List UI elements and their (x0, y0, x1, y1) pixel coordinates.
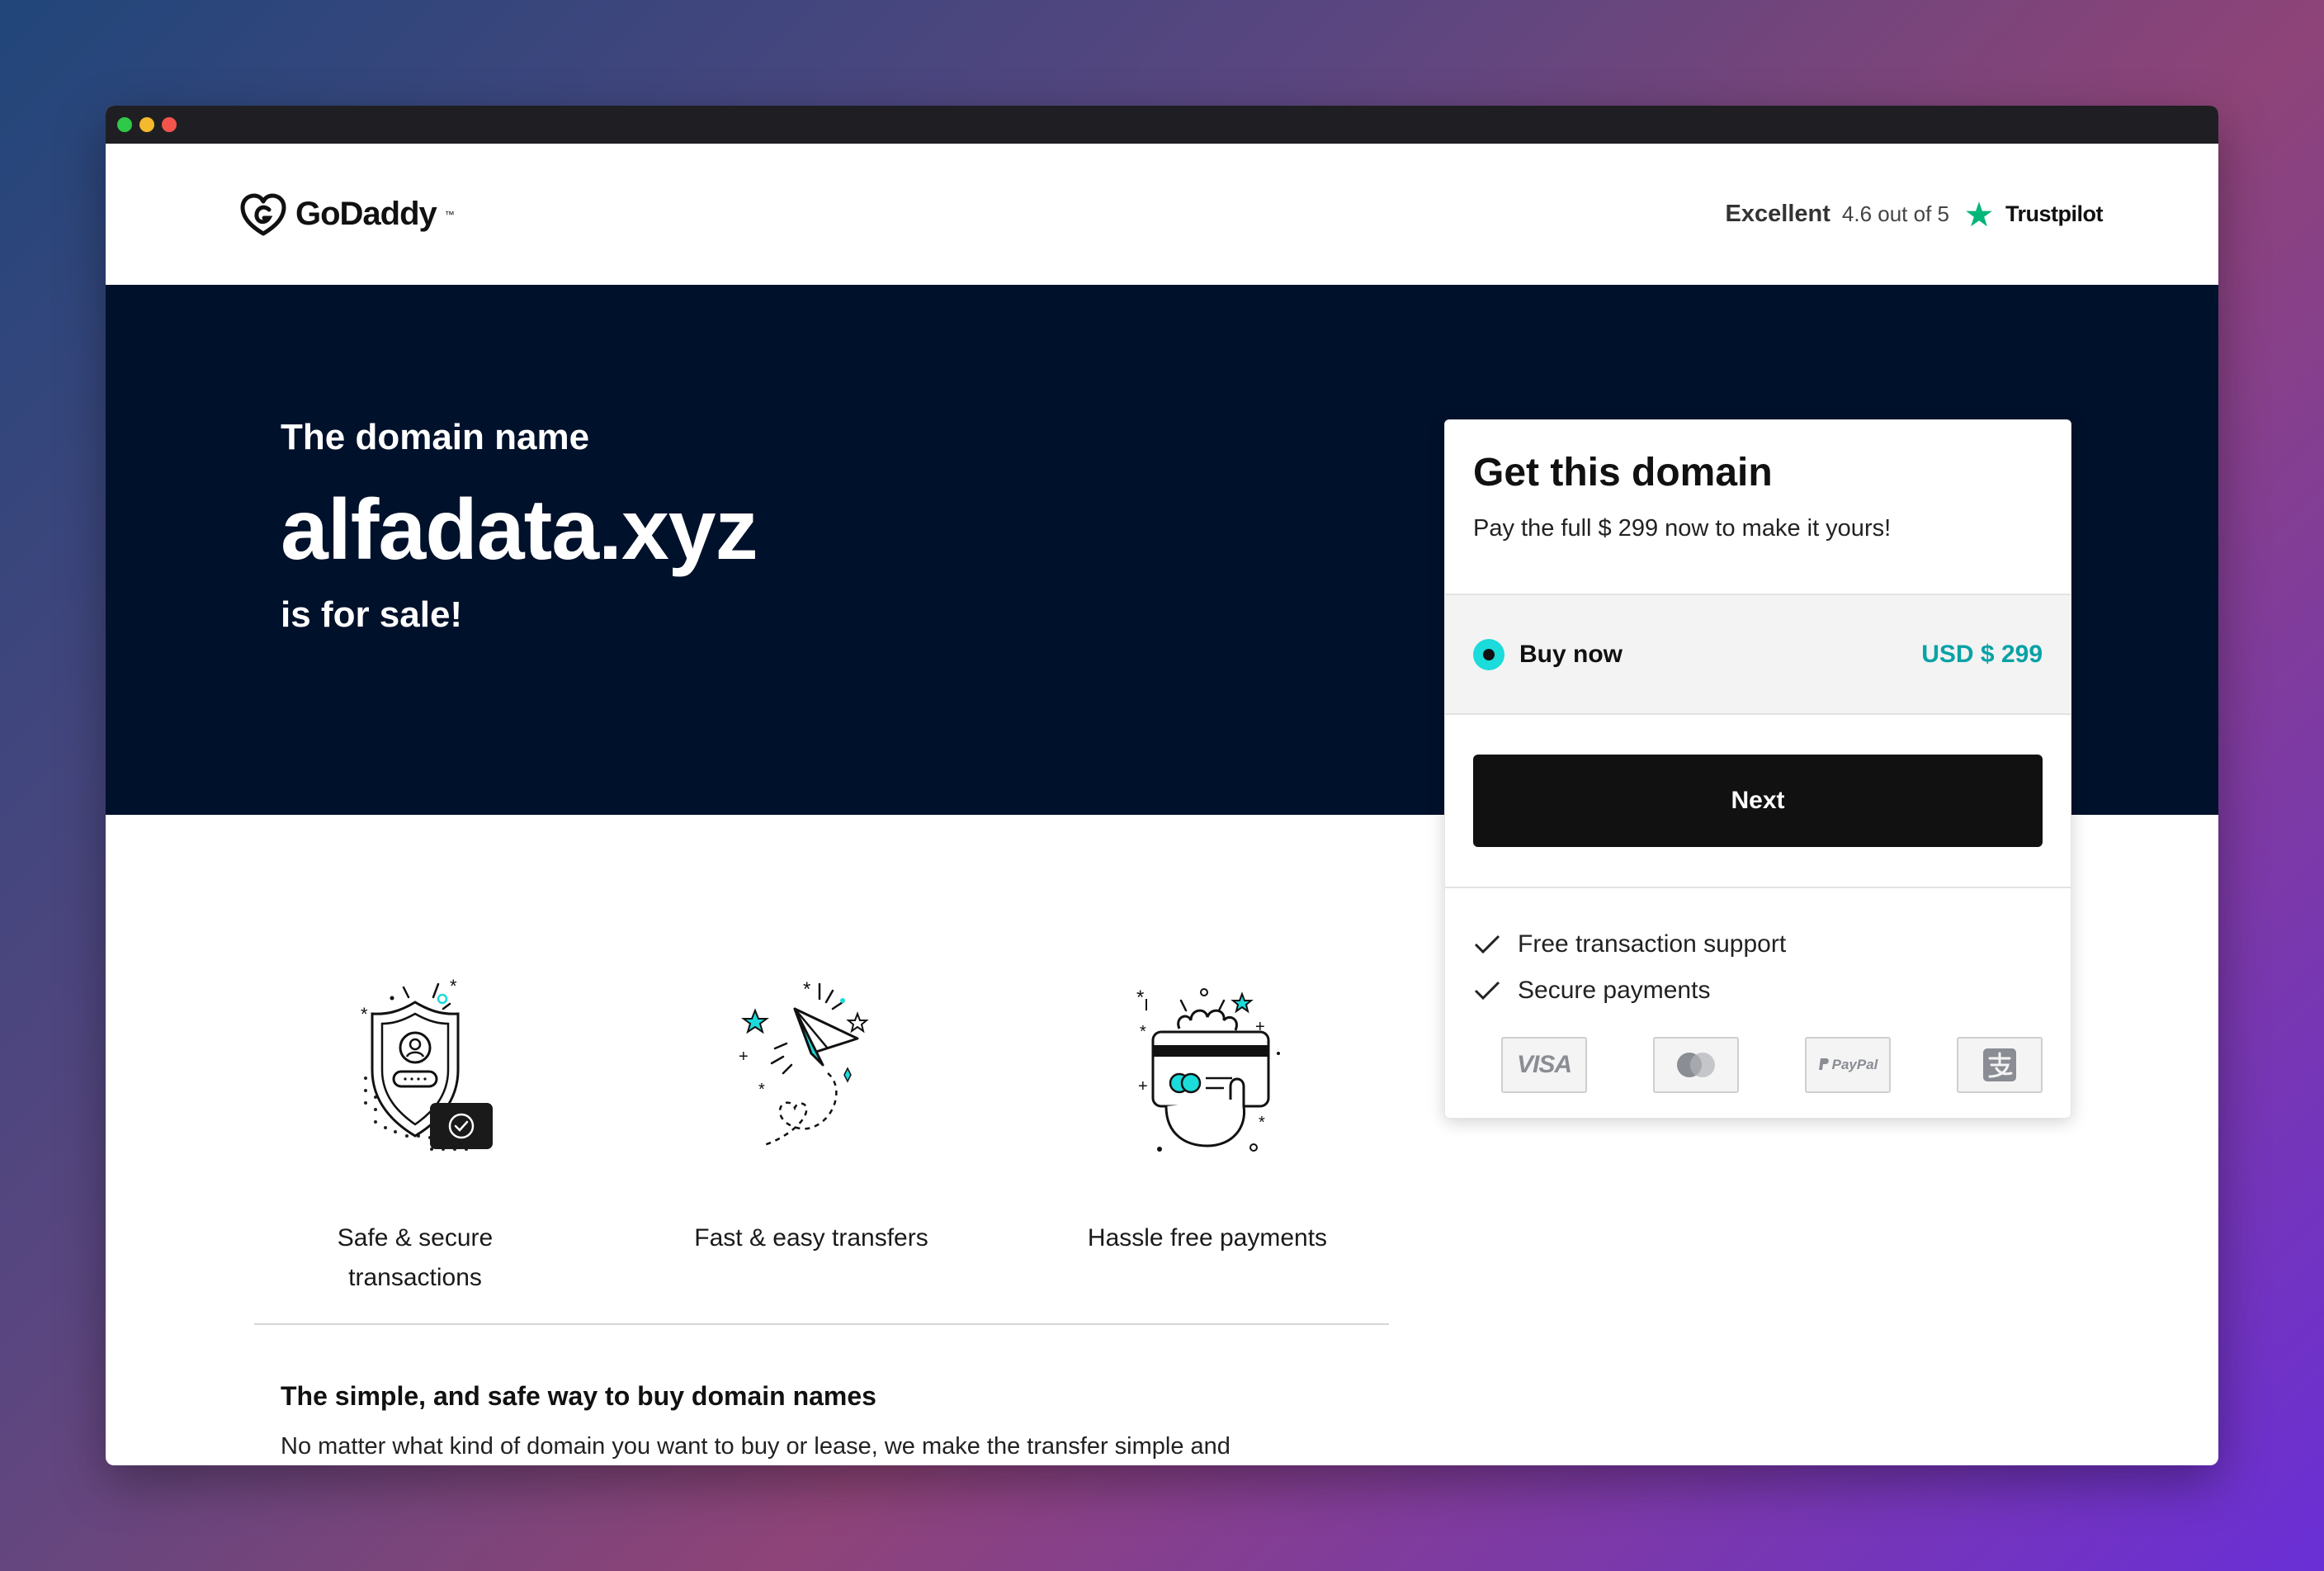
hero-text: The domain name alfadata.xyz is for sale… (281, 417, 758, 636)
feature-label-line2: transactions (348, 1264, 482, 1291)
buy-now-option[interactable]: Buy now USD $ 299 (1445, 594, 2071, 715)
paper-plane-icon: * + * (739, 978, 869, 1147)
godaddy-logo[interactable]: GoDaddy ™ (239, 193, 455, 236)
svg-text:+: + (1255, 1018, 1265, 1036)
perk-label: Secure payments (1518, 977, 1711, 1004)
perk-item: Secure payments (1473, 968, 2043, 1014)
card-description: Pay the full $ 299 now to make it yours! (1473, 515, 1892, 542)
hero-intro: The domain name (281, 417, 590, 457)
payment-card-icon: * * + * + (1136, 987, 1280, 1152)
buy-now-label: Buy now (1519, 640, 1623, 668)
purchase-card: Get this domain Pay the full $ 299 now t… (1444, 419, 2071, 1119)
checkmark-icon (1474, 981, 1500, 1001)
window-close-button[interactable] (162, 117, 177, 132)
rating-score: 4.6 out of 5 (1841, 201, 1949, 226)
trustpilot-brand: Trustpilot (2005, 201, 2104, 226)
browser-window: GoDaddy ™ Excellent 4.6 out of 5 Trustpi… (106, 106, 2218, 1465)
paypal-icon: PayPal (1805, 1037, 1891, 1093)
card-title: Get this domain (1473, 451, 1773, 494)
feature-label-line1: Hassle free payments (1087, 1224, 1328, 1252)
feature-label-line1: Fast & easy transfers (694, 1224, 928, 1252)
svg-text:*: * (1259, 1114, 1265, 1132)
svg-text:*: * (758, 1081, 765, 1099)
svg-text:*: * (361, 1004, 368, 1024)
window-titlebar (106, 106, 2218, 144)
checkmark-icon (1474, 935, 1500, 954)
trustpilot-star-icon (1966, 201, 1992, 226)
feature-transfers: * + * Fast & easy transfers (654, 963, 968, 1258)
svg-text:*: * (1140, 1023, 1146, 1041)
feature-payments: * * + * + Hassle free payments (1051, 963, 1364, 1258)
feature-secure: * * Safe & secure transactions (258, 963, 572, 1298)
svg-text:*: * (450, 976, 457, 996)
perk-item: Free transaction support (1473, 921, 2043, 968)
window-maximize-button[interactable] (117, 117, 132, 132)
buy-now-price: USD $ 299 (1921, 640, 2043, 668)
buy-now-radio[interactable] (1473, 638, 1504, 670)
svg-text:*: * (803, 978, 810, 1001)
visa-icon: VISA (1501, 1037, 1587, 1093)
visa-text: VISA (1516, 1051, 1572, 1078)
logo-text: GoDaddy (295, 196, 437, 232)
godaddy-heart-icon (240, 193, 286, 235)
payment-methods: VISA PayPal (1445, 1014, 2071, 1093)
paypal-text: PayPal (1831, 1057, 1878, 1072)
svg-text:+: + (1138, 1077, 1148, 1095)
svg-text:*: * (1136, 987, 1144, 1009)
hero-for-sale: is for sale! (281, 594, 463, 635)
trustpilot-rating[interactable]: Excellent 4.6 out of 5 Trustpilot (1725, 200, 2104, 229)
perk-label: Free transaction support (1518, 930, 1787, 958)
rating-word: Excellent (1725, 201, 1830, 227)
site-header: GoDaddy ™ Excellent 4.6 out of 5 Trustpi… (106, 144, 2218, 285)
svg-text:+: + (739, 1048, 749, 1066)
mastercard-icon (1653, 1037, 1739, 1093)
perks-list: Free transaction support Secure payments (1445, 888, 2071, 1014)
info-body: No matter what kind of domain you want t… (281, 1433, 1230, 1460)
logo-trademark: ™ (444, 208, 455, 220)
section-divider (254, 1323, 1389, 1325)
info-heading: The simple, and safe way to buy domain n… (281, 1381, 876, 1411)
next-button[interactable]: Next (1473, 755, 2043, 847)
alipay-icon (1957, 1037, 2043, 1093)
domain-name: alfadata.xyz (281, 482, 758, 578)
window-minimize-button[interactable] (139, 117, 154, 132)
feature-label-line1: Safe & secure (337, 1224, 494, 1252)
secure-shield-icon: * * (361, 976, 493, 1151)
